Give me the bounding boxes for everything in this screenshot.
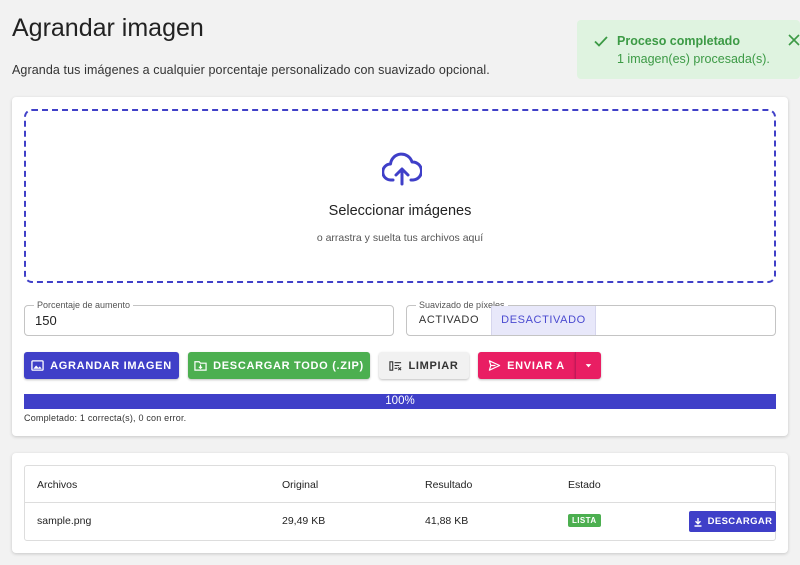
header-result: Resultado: [425, 479, 473, 491]
header-status: Estado: [568, 479, 601, 491]
cloud-upload-icon: [382, 152, 422, 186]
upload-card: Seleccionar imágenes o arrastra y suelta…: [12, 97, 788, 436]
clear-list-icon: [389, 361, 402, 371]
progress-label: 100%: [385, 395, 415, 407]
send-to-dropdown-button[interactable]: [575, 352, 601, 379]
status-badge: LISTA: [568, 514, 601, 527]
progress-bar: 100%: [24, 394, 776, 409]
progress-status: Completado: 1 correcta(s), 0 con error.: [24, 413, 187, 423]
enlarge-button[interactable]: AGRANDAR IMAGEN: [24, 352, 179, 379]
table-row: sample.png 29,49 KB 41,88 KB LISTA DESCA…: [25, 503, 776, 541]
percent-field: Porcentaje de aumento: [24, 299, 394, 336]
row-file-name: sample.png: [37, 515, 92, 527]
results-table: Archivos Original Resultado Estado sampl…: [24, 465, 776, 541]
caret-down-icon: [585, 364, 592, 368]
folder-download-icon: [194, 361, 207, 371]
smoothing-on-toggle[interactable]: ACTIVADO: [407, 306, 491, 335]
clear-button[interactable]: LIMPIAR: [379, 352, 469, 379]
dropzone-subtitle: o arrastra y suelta tus archivos aquí: [316, 232, 484, 244]
toast-message: 1 imagen(es) procesada(s).: [617, 52, 770, 66]
clear-label: LIMPIAR: [408, 359, 459, 372]
row-result-size: 41,88 KB: [425, 515, 469, 527]
smoothing-field: Suavizado de píxeles ACTIVADO DESACTIVAD…: [406, 299, 776, 336]
toast-title: Proceso completado: [617, 34, 740, 48]
dropzone[interactable]: Seleccionar imágenes o arrastra y suelta…: [24, 109, 776, 283]
percent-input[interactable]: [35, 313, 375, 328]
send-to-label: ENVIAR A: [507, 359, 565, 372]
smoothing-off-toggle[interactable]: DESACTIVADO: [491, 306, 596, 335]
download-icon: [694, 517, 702, 527]
dropzone-title: Seleccionar imágenes: [328, 203, 472, 219]
header-original: Original: [282, 479, 319, 491]
page-title: Agrandar imagen: [12, 14, 204, 42]
close-icon[interactable]: [787, 33, 800, 47]
send-icon: [488, 360, 501, 371]
enlarge-label: AGRANDAR IMAGEN: [50, 359, 172, 372]
download-all-label: DESCARGAR TODO (.ZIP): [213, 359, 364, 372]
image-icon: [31, 360, 44, 371]
row-original-size: 29,49 KB: [282, 515, 326, 527]
header-files: Archivos: [37, 479, 78, 491]
table-header: Archivos Original Resultado Estado: [25, 466, 775, 503]
row-download-button[interactable]: DESCARGAR: [689, 511, 776, 532]
send-to-button[interactable]: ENVIAR A: [478, 352, 575, 379]
results-card: Archivos Original Resultado Estado sampl…: [12, 453, 788, 553]
success-toast: Proceso completado 1 imagen(es) procesad…: [577, 20, 800, 79]
page-subtitle: Agranda tus imágenes a cualquier porcent…: [12, 63, 490, 77]
row-download-label: DESCARGAR: [707, 516, 773, 527]
percent-label: Porcentaje de aumento: [34, 299, 134, 311]
download-all-button[interactable]: DESCARGAR TODO (.ZIP): [188, 352, 370, 379]
check-icon: [594, 36, 608, 47]
